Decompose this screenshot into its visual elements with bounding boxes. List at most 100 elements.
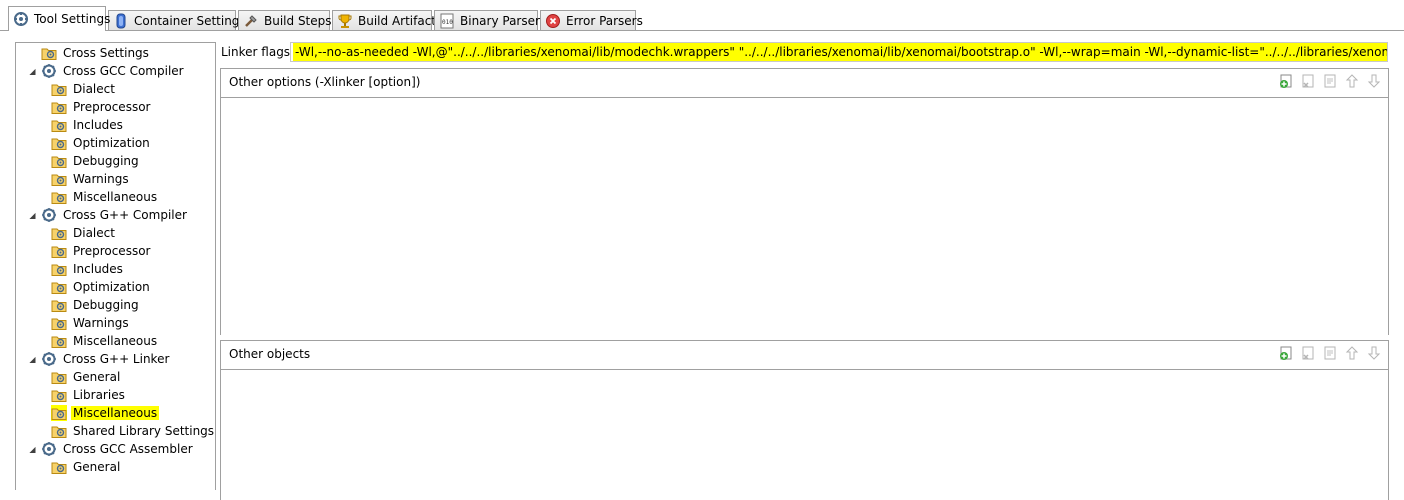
- tab-label: Binary Parsers: [460, 13, 547, 28]
- binary-parser-icon: 010: [439, 13, 455, 29]
- tree-item[interactable]: Warnings: [51, 170, 131, 188]
- tree-item[interactable]: Optimization: [51, 134, 152, 152]
- tree-item-label: Dialect: [73, 82, 115, 96]
- svg-text:010: 010: [442, 19, 453, 26]
- tree-item-label: Miscellaneous: [73, 190, 158, 204]
- tab-label: Error Parsers: [566, 13, 643, 28]
- tree-item-label: Includes: [73, 262, 123, 276]
- settings-folder-icon: [51, 81, 67, 97]
- other-options-list[interactable]: [221, 98, 1388, 335]
- tab-tool-settings[interactable]: Tool Settings: [8, 6, 110, 31]
- settings-folder-icon: [51, 315, 67, 331]
- tree-item[interactable]: Includes: [51, 116, 125, 134]
- settings-folder-icon: [51, 333, 67, 349]
- move-up-icon[interactable]: [1344, 345, 1360, 361]
- tree-item-label: Miscellaneous: [73, 334, 158, 348]
- tree-item-label: Cross G++ Linker: [63, 352, 170, 366]
- tree-item-label: Cross GCC Assembler: [63, 442, 193, 456]
- move-up-icon[interactable]: [1344, 73, 1360, 89]
- tree-item[interactable]: Debugging: [51, 152, 141, 170]
- tool-gear-icon: [41, 441, 57, 457]
- settings-folder-icon: [51, 99, 67, 115]
- linker-flags-input[interactable]: -Wl,--no-as-needed -Wl,@"../../../librar…: [290, 42, 1388, 62]
- tree-item[interactable]: ◢ Cross GCC Compiler: [28, 62, 186, 80]
- settings-folder-icon: [51, 459, 67, 475]
- tree-item[interactable]: General: [51, 458, 122, 476]
- linker-flags-value: -Wl,--no-as-needed -Wl,@"../../../librar…: [293, 43, 1387, 61]
- tool-gear-icon: [41, 207, 57, 223]
- settings-folder-icon: [51, 243, 67, 259]
- tree-item[interactable]: Optimization: [51, 278, 152, 296]
- build-steps-icon: [243, 13, 259, 29]
- tree-item[interactable]: Debugging: [51, 296, 141, 314]
- tab-label: Tool Settings: [34, 12, 111, 26]
- move-down-icon[interactable]: [1366, 73, 1382, 89]
- settings-folder-icon: [51, 117, 67, 133]
- expand-toggle-icon[interactable]: ◢: [28, 445, 37, 454]
- edit-icon[interactable]: [1322, 73, 1338, 89]
- tree-item[interactable]: Includes: [51, 260, 125, 278]
- tree-item[interactable]: Dialect: [51, 224, 117, 242]
- settings-folder-icon: [51, 225, 67, 241]
- other-options-toolbar: [1278, 73, 1382, 89]
- tree-item-label: Warnings: [73, 316, 129, 330]
- delete-icon[interactable]: [1300, 73, 1316, 89]
- tab-baseline: [0, 30, 1404, 31]
- tab-label: Container Settings: [134, 13, 246, 28]
- settings-folder-icon: [51, 387, 67, 403]
- add-icon[interactable]: [1278, 73, 1294, 89]
- expand-toggle-icon[interactable]: ◢: [28, 355, 37, 364]
- tree-item-label: Preprocessor: [73, 100, 151, 114]
- settings-folder-icon: [51, 189, 67, 205]
- container-icon: [113, 13, 129, 29]
- settings-folder-icon: [51, 279, 67, 295]
- tree-item[interactable]: General: [51, 368, 122, 386]
- move-down-icon[interactable]: [1366, 345, 1382, 361]
- tab-binary-parsers[interactable]: 010 Binary Parsers: [434, 10, 546, 30]
- tree-item[interactable]: Warnings: [51, 314, 131, 332]
- tree-item-label: Optimization: [73, 280, 150, 294]
- add-icon[interactable]: [1278, 345, 1294, 361]
- other-objects-list[interactable]: [221, 370, 1388, 500]
- tree-item[interactable]: ◢ Cross G++ Compiler: [28, 206, 189, 224]
- tree-item-label: General: [73, 370, 121, 384]
- tree-item-label: Includes: [73, 118, 123, 132]
- tree-item-label: Shared Library Settings: [73, 424, 215, 438]
- tree-item[interactable]: Libraries: [51, 386, 127, 404]
- tree-item[interactable]: ◢ Cross GCC Assembler: [28, 440, 195, 458]
- tree-item-label: Optimization: [73, 136, 150, 150]
- tree-item-label: Preprocessor: [73, 244, 151, 258]
- tree-item[interactable]: ◢ Cross G++ Linker: [28, 350, 171, 368]
- tree-item[interactable]: Preprocessor: [51, 242, 152, 260]
- settings-folder-icon: [51, 171, 67, 187]
- tab-container-settings[interactable]: Container Settings: [108, 10, 246, 30]
- settings-tree[interactable]: Cross Settings ◢ Cross GCC Compiler Dialect…: [15, 42, 216, 490]
- tree-item[interactable]: Miscellaneous: [51, 188, 159, 206]
- tree-item[interactable]: Miscellaneous: [51, 404, 160, 422]
- other-objects-header: Other objects: [221, 341, 1388, 370]
- tree-item[interactable]: Miscellaneous: [51, 332, 159, 350]
- edit-icon[interactable]: [1322, 345, 1338, 361]
- tree-item-label: Debugging: [73, 298, 139, 312]
- delete-icon[interactable]: [1300, 345, 1316, 361]
- tab-strip: Tool Settings Container Settings Build S…: [0, 0, 1404, 31]
- tree-item[interactable]: Preprocessor: [51, 98, 152, 116]
- tab-build-steps[interactable]: Build Steps: [238, 10, 332, 30]
- tree-item[interactable]: Cross Settings: [28, 44, 151, 62]
- tree-item[interactable]: Dialect: [51, 80, 117, 98]
- other-objects-toolbar: [1278, 345, 1382, 361]
- expand-toggle-icon[interactable]: ◢: [28, 67, 37, 76]
- settings-folder-icon: [51, 135, 67, 151]
- other-options-group: Other options (-Xlinker [option]): [220, 68, 1389, 335]
- tree-item-label: Cross GCC Compiler: [63, 64, 184, 78]
- tree-item-label: Miscellaneous: [71, 406, 160, 420]
- tree-item-label: Libraries: [73, 388, 125, 402]
- settings-folder-icon: [51, 369, 67, 385]
- tab-build-artifact[interactable]: Build Artifact: [332, 10, 436, 30]
- tree-item[interactable]: Shared Library Settings: [51, 422, 215, 440]
- settings-folder-icon: [51, 261, 67, 277]
- tree-item-label: Debugging: [73, 154, 139, 168]
- tab-error-parsers[interactable]: Error Parsers: [540, 10, 643, 30]
- settings-folder-icon: [51, 153, 67, 169]
- expand-toggle-icon[interactable]: ◢: [28, 211, 37, 220]
